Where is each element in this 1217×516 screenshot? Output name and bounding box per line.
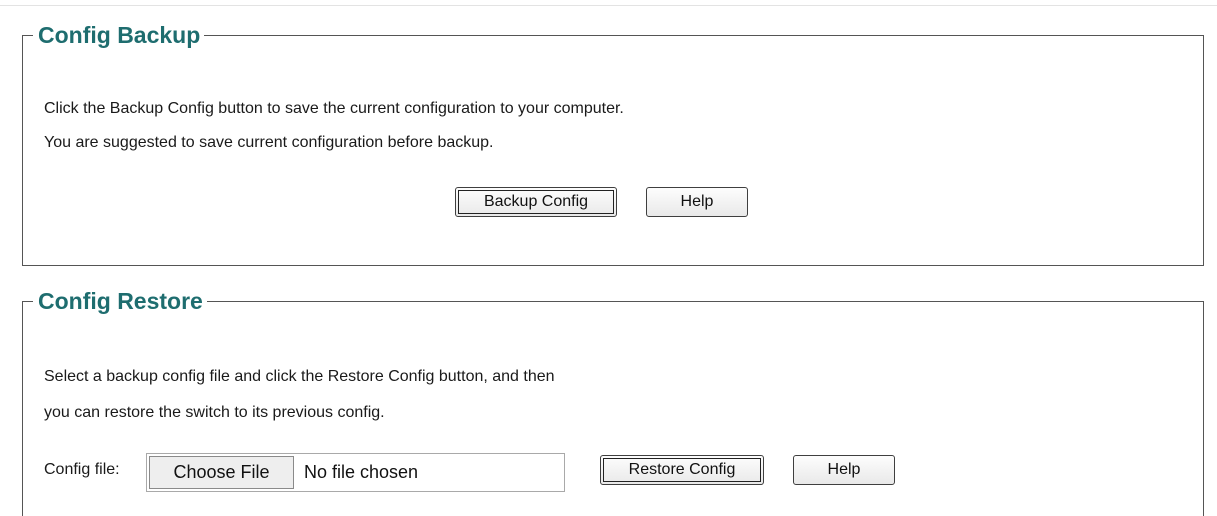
config-backup-panel: Config Backup Click the Backup Config bu… (22, 20, 1204, 266)
config-file-label: Config file: (44, 461, 120, 478)
config-restore-panel: Config Restore Select a backup config fi… (22, 286, 1204, 516)
backup-instruction-line-1: Click the Backup Config button to save t… (44, 100, 624, 117)
backup-help-button[interactable]: Help (646, 187, 748, 217)
config-backup-title: Config Backup (33, 20, 205, 50)
restore-instruction-line-1: Select a backup config file and click th… (44, 368, 555, 385)
choose-file-button[interactable]: Choose File (149, 456, 294, 489)
restore-help-button[interactable]: Help (793, 455, 895, 485)
config-file-input[interactable]: Choose File No file chosen (146, 453, 565, 492)
restore-config-button[interactable]: Restore Config (600, 455, 764, 485)
backup-config-button[interactable]: Backup Config (455, 187, 617, 217)
config-restore-title: Config Restore (33, 286, 207, 316)
top-divider (0, 5, 1217, 6)
restore-instruction-line-2: you can restore the switch to its previo… (44, 404, 385, 421)
backup-instruction-line-2: You are suggested to save current config… (44, 134, 494, 151)
file-status-text: No file chosen (304, 462, 419, 482)
